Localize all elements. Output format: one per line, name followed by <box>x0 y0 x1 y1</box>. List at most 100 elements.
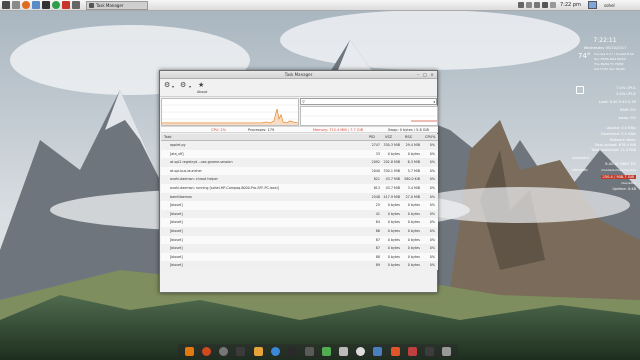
column-task[interactable]: Task <box>164 135 172 139</box>
conky-cpu1: 7.0% CPU1 <box>616 86 636 90</box>
taskbar-task-label: Task Manager <box>96 2 124 8</box>
conky-widget: 7:22:11 Wednesday 05/10/2017 74° Sunrise… <box>570 34 640 194</box>
vsz-cell: 0 bytes <box>387 263 400 268</box>
table-row[interactable]: bamfdaemon 2548 417.9 MiB 27.0 MiB 0% <box>161 192 438 202</box>
view-options-icon[interactable]: ⚙ <box>164 81 170 89</box>
monitor-launcher-icon[interactable] <box>72 1 80 9</box>
firefox-launcher-icon[interactable] <box>22 1 30 9</box>
process-name-cell: applet.py <box>170 143 186 147</box>
settings-icon[interactable] <box>219 346 229 356</box>
dropdown-arrow-icon[interactable]: ▾ <box>189 83 191 91</box>
menu-launcher-icon[interactable] <box>2 1 10 9</box>
rss-cell: 580.0 KiB <box>404 177 420 182</box>
files-launcher-icon[interactable] <box>12 1 20 9</box>
column-cpu[interactable]: CPU% <box>425 135 435 139</box>
table-row[interactable]: [bioset] 88 0 bytes 0 bytes 0% <box>161 252 438 262</box>
table-row[interactable]: [bioset] 89 0 bytes 0 bytes 0% <box>161 261 438 270</box>
system-settings-icon[interactable]: ⚙ <box>180 81 186 89</box>
table-body: applet.py 2747 330.3 MiB 29.4 MiB 0% [ata_sff… <box>161 141 438 270</box>
user-menu[interactable]: sohel <box>604 3 615 8</box>
conky-swap: swap: 0% <box>618 116 636 120</box>
panel-clock[interactable]: 7:22 pm <box>560 2 581 8</box>
terminal-launcher-icon[interactable] <box>42 1 50 9</box>
table-header: Task PID VSZ RSS CPU% <box>161 134 438 141</box>
table-row[interactable]: at-spi2-registryd --use-gnome-session 209… <box>161 158 438 167</box>
table-row[interactable]: applet.py 2747 330.3 MiB 29.4 MiB 0% <box>161 141 438 150</box>
mail-icon[interactable] <box>550 2 556 8</box>
table-row[interactable]: [ata_sff] 33 0 bytes 0 bytes 0% <box>161 149 438 159</box>
conky-dev3-line: /dev/sdb1 <box>621 181 636 185</box>
pid-cell: 2548 <box>371 194 380 199</box>
process-name-cell: at-spi2-registryd --use-gnome-session <box>170 160 233 165</box>
memory-status: Memory: 712.4 MiB / 7.7 GiB <box>313 128 363 132</box>
table-row[interactable]: [bioset] 41 0 bytes 0 bytes 0% <box>161 209 438 219</box>
column-pid[interactable]: PID <box>369 135 375 139</box>
clear-search-icon[interactable]: ◂ <box>433 99 435 105</box>
cpu-cell: 0% <box>429 185 435 190</box>
rss-cell: 6.3 MiB <box>407 160 420 165</box>
terminal-icon[interactable] <box>287 346 297 356</box>
conky-total-upload: Total upload: 678.4 KiB <box>594 143 636 147</box>
column-rss[interactable]: RSS <box>405 135 412 139</box>
volume-icon[interactable] <box>534 2 540 8</box>
settings-launcher-icon[interactable] <box>62 1 70 9</box>
bluetooth-icon[interactable] <box>542 2 548 8</box>
files-icon[interactable] <box>253 346 263 356</box>
cpu-cell: 0% <box>429 143 435 147</box>
toolbar: ⚙ ▾ ⚙ ▾ ★ About <box>160 79 437 97</box>
rss-cell: 0 bytes <box>407 263 420 268</box>
pid-cell: 813 <box>373 185 380 190</box>
close-icon[interactable]: × <box>429 72 435 78</box>
taskbar-task-manager-button[interactable]: Task Manager <box>86 0 148 10</box>
dock <box>178 344 458 358</box>
dropdown-arrow-icon[interactable]: ▾ <box>172 83 174 91</box>
software-center-icon[interactable] <box>390 346 400 356</box>
network-icon[interactable] <box>526 2 532 8</box>
vsz-cell: 202.8 MiB <box>383 160 400 165</box>
video-icon[interactable] <box>407 346 417 356</box>
workspace-indicator[interactable] <box>588 1 597 9</box>
writer-icon[interactable] <box>373 346 383 356</box>
task-manager-dock-icon[interactable] <box>424 346 434 356</box>
battery-icon[interactable] <box>518 2 524 8</box>
chrome-launcher-icon[interactable] <box>52 1 60 9</box>
editor-launcher-icon[interactable] <box>32 1 40 9</box>
process-search-input[interactable]: ⚲ ◂ <box>300 98 437 105</box>
conky-ram: RAM: 9% <box>620 108 636 112</box>
rss-cell: 0 bytes <box>407 211 420 216</box>
conky-network-title: Network stats: <box>609 138 636 142</box>
pid-cell: 2040 <box>371 168 380 173</box>
disc-icon[interactable] <box>356 346 366 356</box>
table-row[interactable]: avahi-daemon: chroot helper 821 43.7 MiB 58… <box>161 175 438 184</box>
browser-icon[interactable] <box>270 346 280 356</box>
table-row[interactable]: [bioset] 87 0 bytes 0 bytes 0% <box>161 244 438 253</box>
show-apps-icon[interactable] <box>185 346 195 356</box>
about-label[interactable]: About <box>197 90 207 94</box>
table-row[interactable]: [bioset] 84 0 bytes 0 bytes 0% <box>161 218 438 227</box>
cpu-cell: 0% <box>429 263 435 268</box>
table-row[interactable]: avahi-daemon: running [sohel-HP-Compaq-8… <box>161 183 438 193</box>
spreadsheet-icon[interactable] <box>322 346 332 356</box>
status-bar: CPU: 2% Processes: 179 Memory: 712.4 MiB… <box>161 126 438 133</box>
cpu-status: CPU: 2% <box>211 128 226 132</box>
mail-icon[interactable] <box>236 346 246 356</box>
media-icon[interactable] <box>304 346 314 356</box>
pid-cell: 25 <box>375 203 380 208</box>
maximize-icon[interactable]: □ <box>422 72 428 78</box>
firefox-icon[interactable] <box>202 346 212 356</box>
image-viewer-icon[interactable] <box>339 346 349 356</box>
table-row[interactable]: [bioset] 87 0 bytes 0 bytes 0% <box>161 235 438 245</box>
table-row[interactable]: at-spi-bus-launcher 2040 330.1 MiB 5.7 MiB 0… <box>161 166 438 176</box>
about-icon[interactable]: ★ <box>198 81 204 89</box>
minimize-icon[interactable]: – <box>415 72 421 78</box>
trash-icon[interactable] <box>441 346 451 356</box>
table-row[interactable]: [bioset] 86 0 bytes 0 bytes 0% <box>161 226 438 236</box>
vsz-cell: 330.1 MiB <box>383 168 400 173</box>
table-row[interactable]: [bioset] 25 0 bytes 0 bytes 0% <box>161 201 438 210</box>
window-titlebar[interactable]: Task Manager – □ × <box>160 71 437 79</box>
conky-time: 7:22:11 <box>593 37 617 44</box>
pid-cell: 2092 <box>371 160 380 165</box>
column-vsz[interactable]: VSZ <box>385 135 392 139</box>
conky-uptime: Uptime: 0:48 <box>612 187 636 191</box>
process-name-cell: avahi-daemon: chroot helper <box>170 177 218 182</box>
